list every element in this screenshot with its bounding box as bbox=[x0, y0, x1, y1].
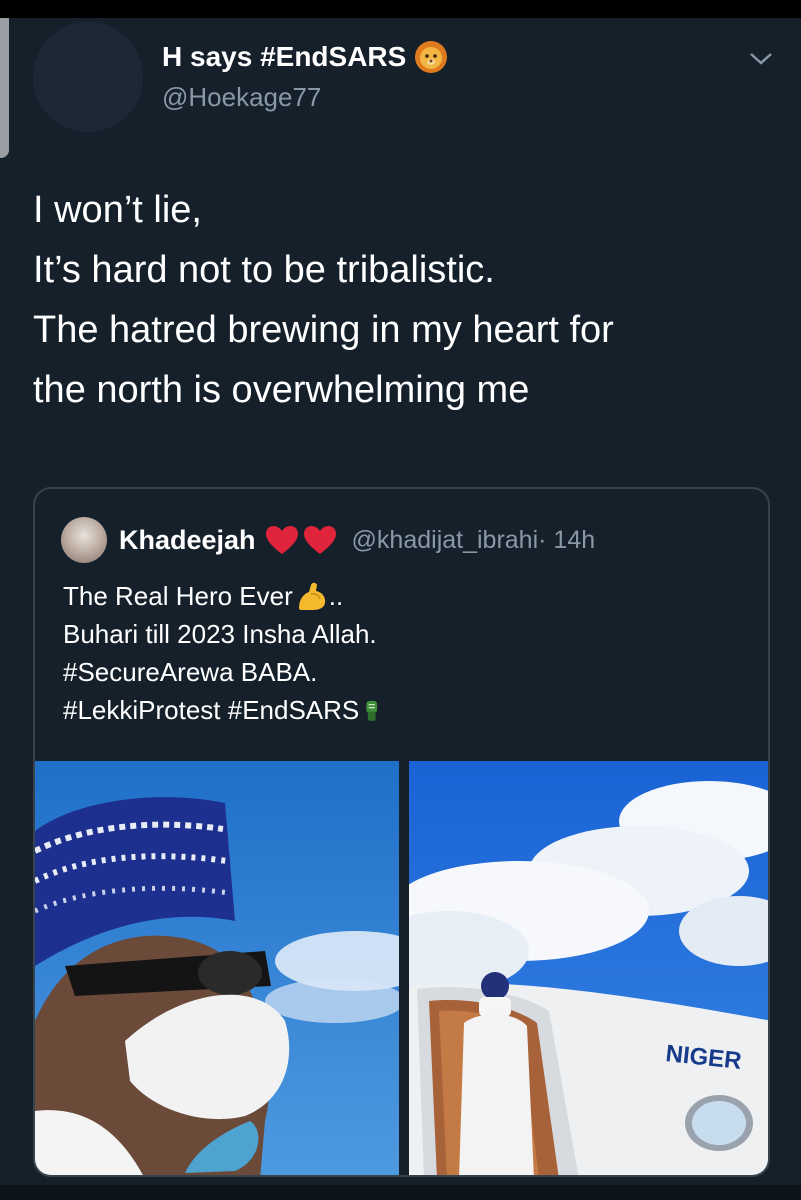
quoted-handle[interactable]: @khadijat_ibrahi bbox=[352, 526, 539, 555]
red-heart-icon bbox=[265, 526, 298, 554]
quoted-line-text: The Real Hero Ever bbox=[63, 581, 293, 611]
quoted-tweet-card[interactable]: Khadeejah @khadijat_ibrahi · 14h The Rea… bbox=[33, 487, 770, 1177]
raised-fist-icon bbox=[366, 700, 378, 721]
flexed-biceps-icon bbox=[298, 582, 325, 610]
quoted-line-text: #LekkiProtest #EndSARS bbox=[63, 695, 360, 725]
quoted-line: #LekkiProtest #EndSARS bbox=[63, 691, 387, 729]
airplane-photo: NIGER bbox=[408, 761, 768, 1175]
user-handle[interactable]: @Hoekage77 bbox=[162, 82, 321, 113]
edge-handle bbox=[0, 18, 9, 158]
display-name-label: H says #EndSARS bbox=[162, 41, 407, 72]
tweet-menu-button[interactable] bbox=[742, 40, 780, 78]
quoted-display-name[interactable]: Khadeejah bbox=[119, 525, 256, 556]
tweet-line: The hatred brewing in my heart for bbox=[33, 309, 614, 351]
bottom-edge bbox=[0, 1185, 801, 1200]
tweet-line: the north is overwhelming me bbox=[33, 369, 530, 411]
quoted-media: NIGER bbox=[35, 761, 768, 1175]
tweet-text: I won’t lie, It’s hard not to be tribali… bbox=[33, 180, 783, 420]
quoted-line-text: .. bbox=[328, 581, 344, 611]
avatar[interactable] bbox=[33, 22, 143, 132]
quoted-line: Buhari till 2023 Insha Allah. bbox=[63, 619, 377, 649]
photo-right[interactable]: NIGER bbox=[408, 761, 768, 1175]
quoted-avatar[interactable] bbox=[61, 517, 107, 563]
quoted-line: The Real Hero Ever .. bbox=[63, 577, 387, 615]
portrait-photo bbox=[35, 761, 399, 1175]
status-bar bbox=[0, 0, 801, 18]
tweet-line: It’s hard not to be tribalistic. bbox=[33, 249, 495, 291]
tweet-line: I won’t lie, bbox=[33, 189, 202, 231]
quoted-tweet-text: The Real Hero Ever .. Buhari till 2023 I… bbox=[63, 577, 387, 729]
quoted-tweet-header: Khadeejah @khadijat_ibrahi · 14h bbox=[61, 517, 595, 563]
quoted-line: #SecureArewa BABA. bbox=[63, 657, 318, 687]
display-name[interactable]: H says #EndSARS bbox=[162, 40, 448, 74]
photo-left[interactable] bbox=[35, 761, 399, 1175]
chevron-down-icon bbox=[750, 53, 772, 65]
hearts-emoji bbox=[264, 524, 338, 556]
lion-face-icon bbox=[415, 41, 448, 73]
quoted-timestamp[interactable]: · 14h bbox=[538, 526, 595, 555]
red-heart-icon bbox=[303, 526, 336, 554]
